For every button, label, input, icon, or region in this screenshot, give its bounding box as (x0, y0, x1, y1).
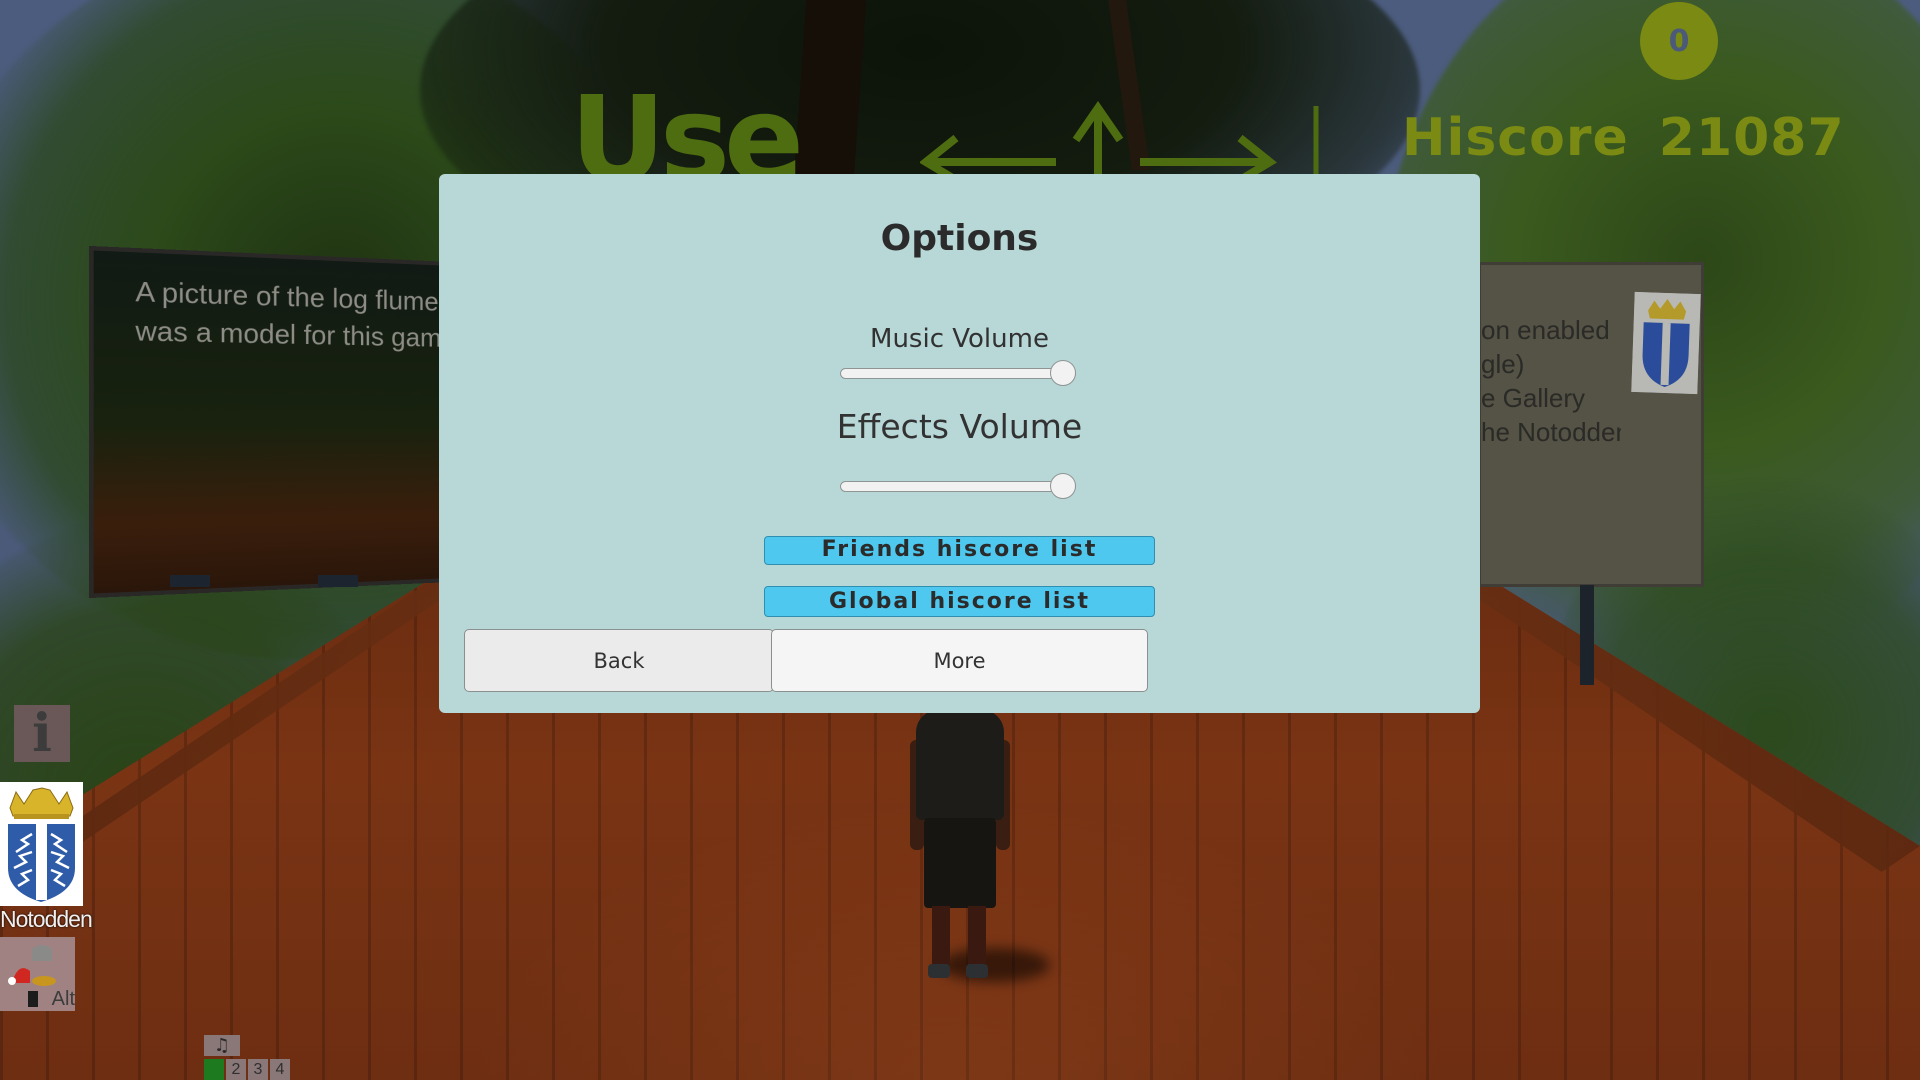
effects-volume-label: Effects Volume (836, 407, 1083, 446)
music-track-selector: 1 2 3 4 (204, 1059, 290, 1080)
options-dialog: Options Music Volume Effects Volume Frie… (439, 174, 1480, 713)
slider-thumb[interactable] (1050, 473, 1076, 499)
back-button[interactable]: Back (464, 629, 774, 692)
music-note-icon: ♫ (213, 1035, 231, 1056)
billboard-leg (170, 575, 210, 587)
notodden-crest-button[interactable] (0, 782, 83, 906)
tree-trunk (793, 0, 867, 180)
billboard-right: on enabled gle) e Gallery he Notodden (1478, 262, 1704, 587)
character-shorts (924, 818, 996, 908)
alt-label: Alt (51, 988, 75, 1010)
music-volume-slider[interactable] (840, 360, 1076, 388)
track-tab-3[interactable]: 3 (248, 1059, 268, 1080)
slider-track[interactable] (840, 481, 1076, 492)
billboard-left: A picture of the log flume was a model f… (88, 245, 452, 599)
billboard-line: was a model for this gam (135, 314, 442, 353)
billboard-leg (318, 575, 358, 587)
info-icon: i (32, 702, 52, 764)
slider-track[interactable] (840, 368, 1076, 379)
billboard-line: on enabled (1481, 315, 1610, 345)
more-button[interactable]: More (771, 629, 1148, 692)
character-shirt (916, 710, 1004, 820)
effects-volume-slider[interactable] (840, 473, 1076, 501)
friends-hiscore-button[interactable]: Friends hiscore list (764, 536, 1155, 565)
billboard-right-text: on enabled gle) e Gallery he Notodden (1481, 313, 1621, 449)
billboard-line: gle) (1481, 349, 1525, 379)
character-leg (968, 906, 986, 968)
music-toggle-button[interactable]: ♫ (204, 1035, 240, 1056)
music-volume-label: Music Volume (870, 324, 1049, 354)
dialog-title: Options (880, 218, 1039, 259)
character-shoe (966, 964, 988, 978)
info-button[interactable]: i (14, 705, 70, 762)
track-tab-1[interactable]: 1 (204, 1059, 224, 1080)
billboard-line: e Gallery (1481, 383, 1586, 413)
controls-arrows (920, 100, 1319, 180)
global-hiscore-button[interactable]: Global hiscore list (764, 586, 1155, 617)
track-tab-2[interactable]: 2 (226, 1059, 246, 1080)
character-shoe (928, 964, 950, 978)
hiscore-display: Hiscore 21087 (1402, 108, 1845, 168)
player-character (910, 710, 1050, 982)
alt-costume-button[interactable]: Alt (0, 937, 75, 1011)
character-shadow (940, 948, 1050, 982)
current-score: 0 (1640, 2, 1718, 80)
billboard-post (1580, 585, 1594, 685)
billboard-line: he Notodden (1481, 417, 1621, 447)
up-arrow-icon (1072, 100, 1124, 180)
character-leg (932, 906, 950, 968)
notodden-crest-icon (1631, 291, 1701, 395)
crest-label: Notodden (0, 906, 93, 932)
track-tab-4[interactable]: 4 (270, 1059, 290, 1080)
billboard-left-text: A picture of the log flume was a model f… (135, 272, 441, 356)
slider-thumb[interactable] (1050, 360, 1076, 386)
hiscore-value: 21087 (1658, 108, 1845, 168)
hiscore-label: Hiscore (1402, 108, 1629, 168)
